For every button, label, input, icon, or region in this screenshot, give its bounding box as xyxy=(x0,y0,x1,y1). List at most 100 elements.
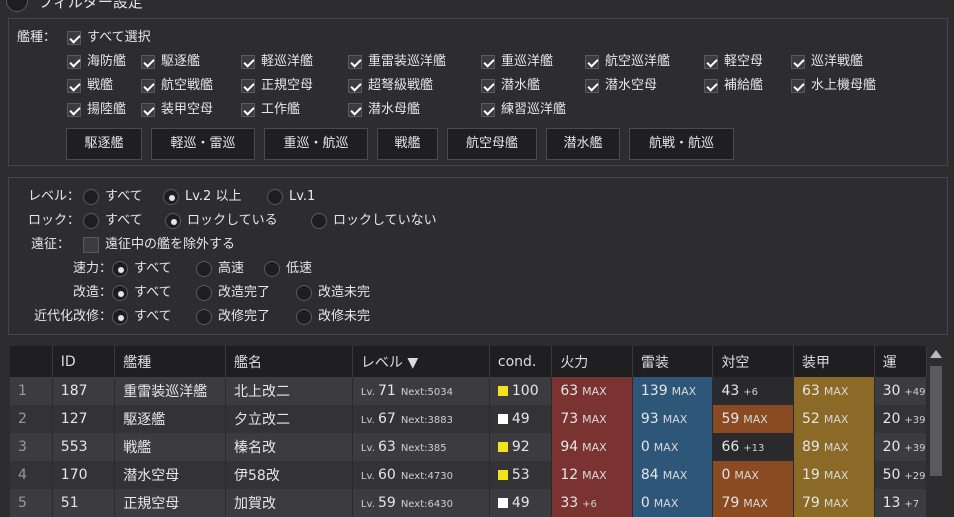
lock-option-label: ロックしていない xyxy=(333,213,437,228)
ship-type-checkbox[interactable]: 重巡洋艦 xyxy=(481,53,553,71)
stat-aa: 66 +13 xyxy=(712,433,794,461)
level-option[interactable]: Lv.2 以上 xyxy=(163,188,241,206)
ship-group-button[interactable]: 航戦・航巡 xyxy=(629,128,734,160)
ship-group-button[interactable]: 戦艦 xyxy=(377,128,438,160)
stat-ar: 63 MAX xyxy=(793,377,875,405)
ship-type-checkbox[interactable]: 駆逐艦 xyxy=(141,53,200,71)
ship-group-button[interactable]: 潜水艦 xyxy=(546,128,620,160)
stat-tp-value: 84 xyxy=(640,467,659,483)
level-option[interactable]: すべて xyxy=(83,188,143,206)
scroll-thumb[interactable] xyxy=(930,366,942,476)
stat-tp-value: 93 xyxy=(640,411,659,427)
table-row[interactable]: 4 170 潜水空母 伊58改 Lv. 60 Next:4730 53 12 MAX 84 MAX 0… xyxy=(10,461,928,489)
table-row[interactable]: 2 127 駆逐艦 夕立改二 Lv. 67 Next:3883 49 73 MAX 93 MAX 59… xyxy=(10,405,928,433)
stat-aa-value: 66 xyxy=(721,439,740,455)
remodel-option[interactable]: 改造未完 xyxy=(296,284,370,302)
ship-type-checkbox-label: 重雷装巡洋艦 xyxy=(368,54,447,69)
speed-option[interactable]: 高速 xyxy=(196,260,244,278)
ship-type-checkbox[interactable]: 揚陸艦 xyxy=(67,101,126,119)
stat-fp-value: 63 xyxy=(560,383,579,399)
ship-type-label: 艦種： xyxy=(17,30,57,45)
scroll-up-icon[interactable] xyxy=(930,350,942,358)
column-header[interactable]: ID xyxy=(52,346,116,377)
ship-group-button[interactable]: 重巡・航巡 xyxy=(264,128,368,160)
lock-option-label: すべて xyxy=(105,213,143,228)
column-header[interactable]: 火力 xyxy=(551,346,633,377)
ship-type-checkbox[interactable]: 潜水艦 xyxy=(481,77,540,95)
remodel-option[interactable]: 改造完了 xyxy=(196,284,270,302)
scrollbar[interactable] xyxy=(928,346,944,501)
modernize-option-label: すべて xyxy=(134,309,172,324)
ship-type-checkbox[interactable]: 補給艦 xyxy=(704,77,763,95)
table-row[interactable]: 1 187 重雷装巡洋艦 北上改二 Lv. 71 Next:5034 100 63 MAX 139… xyxy=(10,377,928,405)
expedition-checkbox[interactable]: 遠征中の艦を除外する xyxy=(83,236,235,254)
column-header[interactable]: 艦種 xyxy=(114,346,227,377)
stat-ar-value: 63 xyxy=(802,383,820,399)
row-number: 4 xyxy=(10,461,53,489)
table-row[interactable]: 3 553 戦艦 榛名改 Lv. 63 Next:385 92 94 MAX 0 MAX 66 +13 8… xyxy=(10,433,928,461)
ship-type-checkbox-label: 重巡洋艦 xyxy=(501,54,554,69)
remodel-option[interactable]: すべて xyxy=(112,284,172,302)
column-header[interactable]: 運 xyxy=(874,346,928,377)
stat-lk-value: 13 xyxy=(882,495,901,511)
ship-type-checkbox[interactable]: 軽空母 xyxy=(704,53,763,71)
ship-type-checkbox[interactable]: 練習巡洋艦 xyxy=(481,101,566,119)
remodel-filter-label: 改造： xyxy=(72,285,112,300)
ship-type-checkbox[interactable]: 航空戦艦 xyxy=(141,77,213,95)
column-header[interactable] xyxy=(10,346,53,377)
ship-type-checkbox[interactable]: 航空巡洋艦 xyxy=(585,53,670,71)
stat-tp-value: 0 xyxy=(640,495,650,511)
ship-type-checkbox[interactable]: 装甲空母 xyxy=(141,101,213,119)
ship-type-checkbox[interactable]: 戦艦 xyxy=(67,77,113,95)
ship-type-checkbox[interactable]: 水上機母艦 xyxy=(791,77,876,95)
ship-name: 榛名改 xyxy=(225,433,353,461)
ship-group-button[interactable]: 軽巡・雷巡 xyxy=(151,128,255,160)
stat-ar: 52 MAX xyxy=(793,405,875,433)
modernize-option[interactable]: すべて xyxy=(112,308,172,326)
stat-ar: 19 MAX xyxy=(793,461,875,489)
filter-toggle-radio[interactable] xyxy=(6,0,28,12)
stat-fp: 73 MAX xyxy=(551,405,633,433)
column-header[interactable]: レベル ▼ xyxy=(352,346,490,377)
ship-type-checkbox[interactable]: 潜水母艦 xyxy=(348,101,420,119)
lock-option[interactable]: ロックしている xyxy=(165,212,278,230)
stat-lk: 20 +39 xyxy=(874,405,928,433)
ship-type-checkbox[interactable]: 海防艦 xyxy=(67,53,126,71)
stat-fp-suffix: MAX xyxy=(582,413,607,426)
speed-option[interactable]: 低速 xyxy=(264,260,312,278)
stat-tp-suffix: MAX xyxy=(662,469,688,482)
ship-type-checkbox[interactable]: 超弩級戦艦 xyxy=(348,77,433,95)
column-header[interactable]: 装甲 xyxy=(793,346,875,377)
check-icon xyxy=(67,30,81,45)
ship-type-checkbox[interactable]: 潜水空母 xyxy=(585,77,657,95)
ship-type-checkbox[interactable]: 軽巡洋艦 xyxy=(241,53,313,71)
table-row[interactable]: 5 51 正規空母 加賀改 Lv. 59 Next:6430 49 33 +6 0 MAX 79 MAX… xyxy=(10,489,928,517)
check-icon xyxy=(241,102,255,117)
select-all-checkbox[interactable]: すべて選択 xyxy=(67,29,151,47)
cond-indicator xyxy=(497,414,508,424)
ship-type-checkbox[interactable]: 巡洋戦艦 xyxy=(791,53,863,71)
column-header[interactable]: 艦名 xyxy=(225,346,353,377)
speed-option[interactable]: すべて xyxy=(112,260,172,278)
cond-indicator xyxy=(497,442,508,452)
modernize-option[interactable]: 改修完了 xyxy=(196,308,270,326)
stat-lk: 30 +49 xyxy=(874,377,928,405)
ship-type-checkbox-label: 戦艦 xyxy=(87,78,114,93)
ship-level: Lv. 67 Next:3883 xyxy=(352,405,490,433)
column-header[interactable]: 雷装 xyxy=(632,346,714,377)
lock-option[interactable]: すべて xyxy=(83,212,143,230)
lock-option[interactable]: ロックしていない xyxy=(311,212,437,230)
level-option[interactable]: Lv.1 xyxy=(267,188,315,206)
column-header[interactable]: cond. xyxy=(489,346,553,377)
stat-fp: 12 MAX xyxy=(551,461,633,489)
ship-type-checkbox-label: 巡洋戦艦 xyxy=(811,54,864,69)
ship-type-checkbox[interactable]: 重雷装巡洋艦 xyxy=(348,53,446,71)
stat-lk-value: 30 xyxy=(882,383,901,399)
column-header[interactable]: 対空 xyxy=(712,346,794,377)
modernize-option[interactable]: 改修未完 xyxy=(296,308,370,326)
stat-tp-value: 139 xyxy=(640,383,668,399)
ship-type-checkbox[interactable]: 正規空母 xyxy=(241,77,313,95)
ship-type-checkbox[interactable]: 工作艦 xyxy=(241,101,300,119)
ship-group-button[interactable]: 航空母艦 xyxy=(447,128,537,160)
ship-group-button[interactable]: 駆逐艦 xyxy=(66,128,142,160)
